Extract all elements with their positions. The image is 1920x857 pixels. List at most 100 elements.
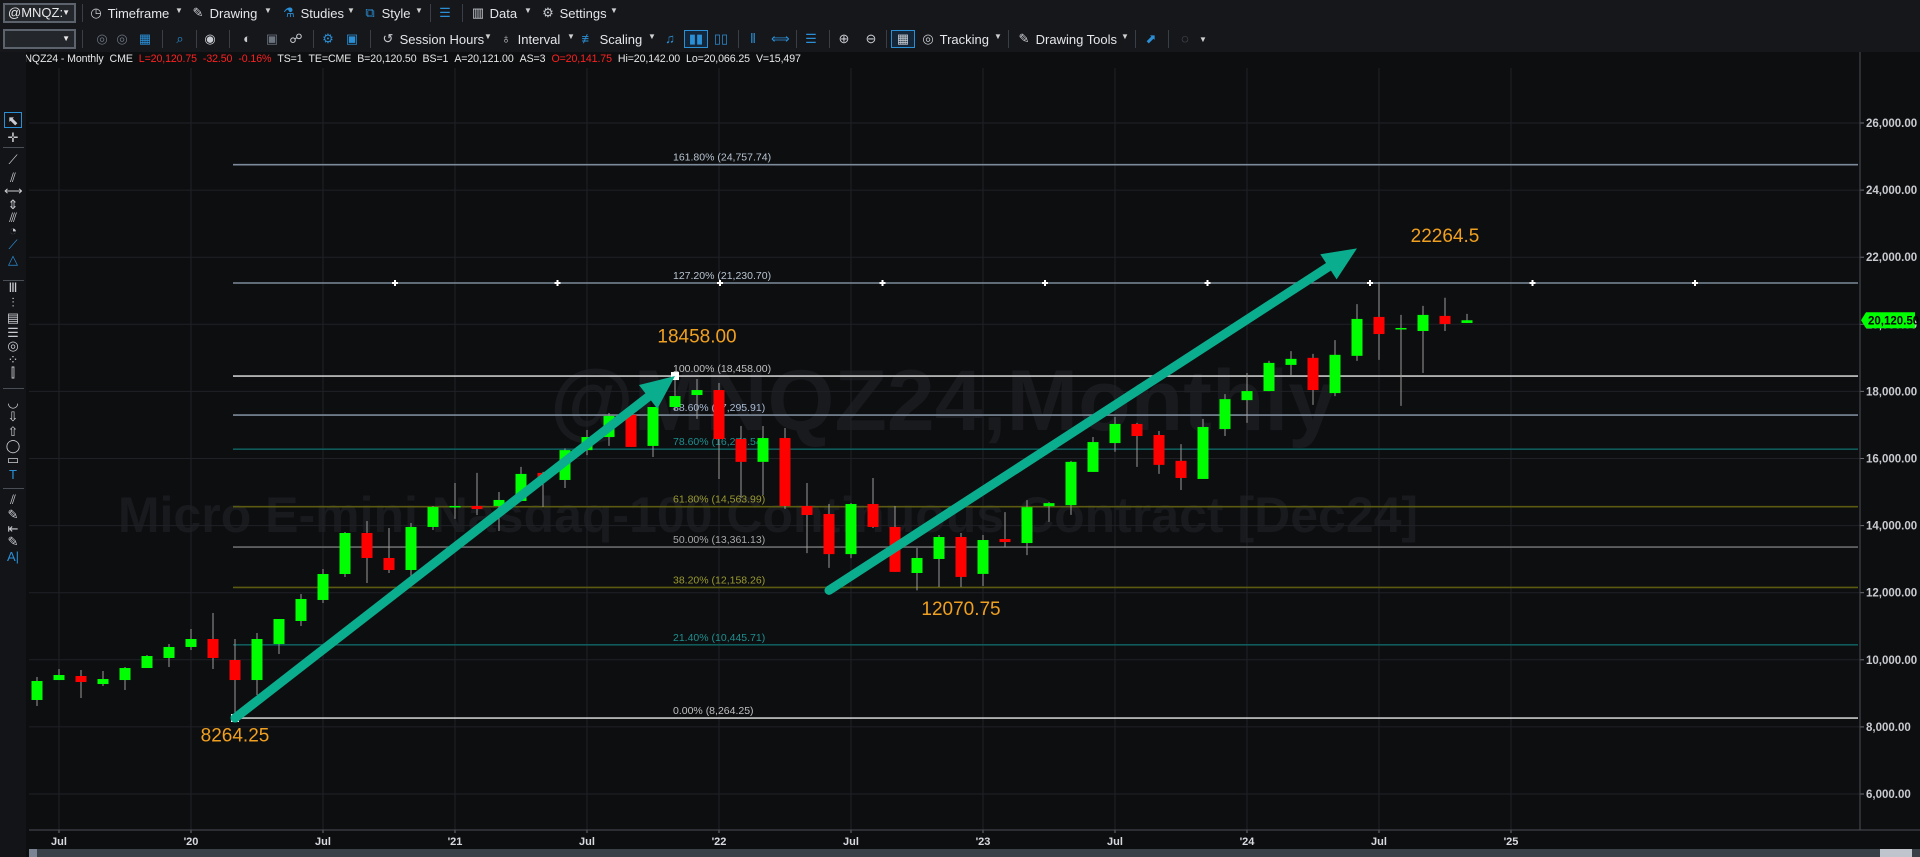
chevron-down-icon[interactable]: ▼ <box>264 6 272 15</box>
status-open: O=20,141.75 <box>551 53 612 65</box>
crosshair-tool[interactable]: ✛ <box>4 130 22 146</box>
price-chart[interactable]: @MNQZ24,Monthly Micro E-mini Nasdaq-100 C… <box>0 0 1920 857</box>
chevron-down-icon[interactable]: ▼ <box>610 6 618 15</box>
candle-down <box>207 638 219 658</box>
candle-down <box>1131 423 1143 437</box>
candle-up <box>977 540 989 574</box>
target-button[interactable]: ◉ <box>202 30 218 48</box>
window-button[interactable]: ▦ <box>137 30 153 48</box>
add-chart-icon: ⬈ <box>1145 31 1157 46</box>
data-menu[interactable]: ▥ Data <box>470 4 517 22</box>
candle-down <box>1373 316 1385 335</box>
line-chart-button[interactable]: ♫ <box>662 30 678 48</box>
scaling-label: Scaling <box>599 31 643 47</box>
gann-tool[interactable]: ⫿ <box>4 365 22 381</box>
pointer-tool[interactable]: ⬉ <box>4 112 22 128</box>
triangle-tool[interactable]: △ <box>4 252 22 268</box>
workspace-dropdown[interactable]: ▼ <box>3 29 76 49</box>
search-chart-button[interactable]: ⌕ <box>172 30 188 48</box>
chevron-down-icon[interactable]: ▼ <box>484 32 492 41</box>
vertical-lines-tool[interactable]: Ⅲ <box>4 280 22 296</box>
zoom-in-button[interactable]: ⊕ <box>836 30 852 48</box>
link-button[interactable]: ☰ <box>803 30 819 48</box>
drawing-toolbar: ⬉ ✛ ⟋ ⫽ ⟷ ⇕ ⫻ ◔ ⟋ △ Ⅲ ⫶ ▤ ☰ ◎ ⁘ ⫿ ◡ ⇩ ⇧ … <box>0 52 26 857</box>
add-chart-button[interactable]: ⬈ <box>1143 30 1159 48</box>
settings-menu[interactable]: ⚙ Settings <box>540 4 606 22</box>
chevron-down-icon[interactable]: ▼ <box>347 6 355 15</box>
chevron-down-icon[interactable]: ▼ <box>524 6 532 15</box>
chevron-down-icon[interactable]: ▼ <box>648 32 656 41</box>
candle-down <box>999 539 1011 543</box>
session-hours-menu[interactable]: ↺ Session Hours <box>380 30 485 48</box>
separator <box>370 30 371 48</box>
studies-menu[interactable]: ⚗ Studies <box>281 4 344 22</box>
trendline-tool[interactable]: ⟋ <box>4 237 22 253</box>
chevron-down-icon[interactable]: ▼ <box>567 32 575 41</box>
candlestick-button[interactable]: ▮▮ <box>684 30 708 48</box>
save-button[interactable]: ▣ <box>264 30 280 48</box>
candle-up <box>1417 314 1429 332</box>
text-tool[interactable]: T <box>4 467 22 483</box>
chevron-down-icon: ▼ <box>62 34 70 43</box>
fan-tool[interactable]: ⟋ <box>4 152 22 168</box>
pen-tool[interactable]: ✎ <box>4 534 22 550</box>
expand-bars-button[interactable]: ⟺ <box>771 30 790 48</box>
refresh-button[interactable]: ◎ <box>94 30 110 48</box>
scrollbar-left-handle[interactable] <box>29 849 37 857</box>
hide-drawings-tool[interactable]: ⫽ <box>4 492 22 508</box>
time-axis-label: '23 <box>976 836 991 848</box>
grid-button[interactable]: ▦ <box>891 30 915 48</box>
symbol-info-button[interactable]: ◐ <box>239 30 255 48</box>
separator <box>162 30 163 48</box>
chevron-down-icon[interactable]: ▼ <box>415 6 423 15</box>
hollow-candle-button[interactable]: ▯▯ <box>713 30 729 48</box>
chevron-down-icon[interactable]: ▼ <box>175 6 183 15</box>
chevron-down-icon[interactable]: ▼ <box>994 32 1002 41</box>
drawing-tools-menu[interactable]: ✎ Drawing Tools <box>1016 30 1118 48</box>
scrollbar-thumb[interactable] <box>1880 849 1912 857</box>
fib-table-tool[interactable]: ▤ <box>4 310 22 326</box>
separator <box>738 30 739 48</box>
arrow-down-tool[interactable]: ⇩ <box>4 409 22 425</box>
chevron-down-icon[interactable]: ▼ <box>1121 32 1129 41</box>
status-change-pct: -0.16% <box>238 53 272 65</box>
rectangle-tool[interactable]: ▭ <box>4 452 22 468</box>
price-axis-label: 18,000.00 <box>1866 386 1917 398</box>
candle-up <box>251 638 263 681</box>
tracking-menu[interactable]: ◎ Tracking <box>920 30 989 48</box>
scaling-menu[interactable]: ≢ Scaling <box>580 30 643 48</box>
separator <box>886 30 887 48</box>
candle-up <box>119 668 131 681</box>
link-windows-button[interactable]: ☰ <box>437 4 453 22</box>
candle-up <box>1219 399 1231 429</box>
chevron-down-icon[interactable]: ▼ <box>1199 35 1207 44</box>
reload-button[interactable]: ◎ <box>114 30 130 48</box>
price-annotation: 8264.25 <box>201 726 270 747</box>
candle-up <box>1197 426 1209 479</box>
horizontal-scrollbar[interactable] <box>29 849 1920 857</box>
chat-button[interactable]: ◌ <box>1177 30 1193 48</box>
symbol-dropdown[interactable]: @MNQZ: ▼ <box>3 3 76 23</box>
candle-down <box>361 532 373 558</box>
candle-down <box>383 557 395 570</box>
text-label-tool[interactable]: A| <box>4 549 22 565</box>
drawing-menu[interactable]: ✎ Drawing <box>190 4 258 22</box>
interval-menu[interactable]: ♁ Interval <box>498 30 560 48</box>
chart-toolbar: ▼ ◎ ◎ ▦ ⌕ ◉ ◐ ▣ ☍ ⚙ ▣ ↺ Session Hours ▼ … <box>0 26 1920 52</box>
compress-bars-button[interactable]: ⦀ <box>745 30 761 48</box>
style-menu[interactable]: ⧉ Style <box>362 4 410 22</box>
status-te: TE=CME <box>308 53 352 65</box>
candle-up <box>1109 423 1121 444</box>
status-low: Lo=20,066.25 <box>686 53 750 65</box>
candle-up <box>317 574 329 600</box>
candle-up <box>691 390 703 396</box>
zoom-out-button[interactable]: ⊖ <box>863 30 879 48</box>
network-button[interactable]: ☍ <box>288 30 304 48</box>
price-axis-label: 10,000.00 <box>1866 655 1917 667</box>
format-button[interactable]: ⚙ <box>320 30 336 48</box>
target-icon: ◉ <box>204 31 216 46</box>
properties-button[interactable]: ▣ <box>344 30 360 48</box>
speed-lines-tool[interactable]: ⫶ <box>4 295 22 311</box>
timeframe-menu[interactable]: ◷ Timeframe <box>88 4 169 22</box>
network-icon: ☍ <box>289 31 303 46</box>
